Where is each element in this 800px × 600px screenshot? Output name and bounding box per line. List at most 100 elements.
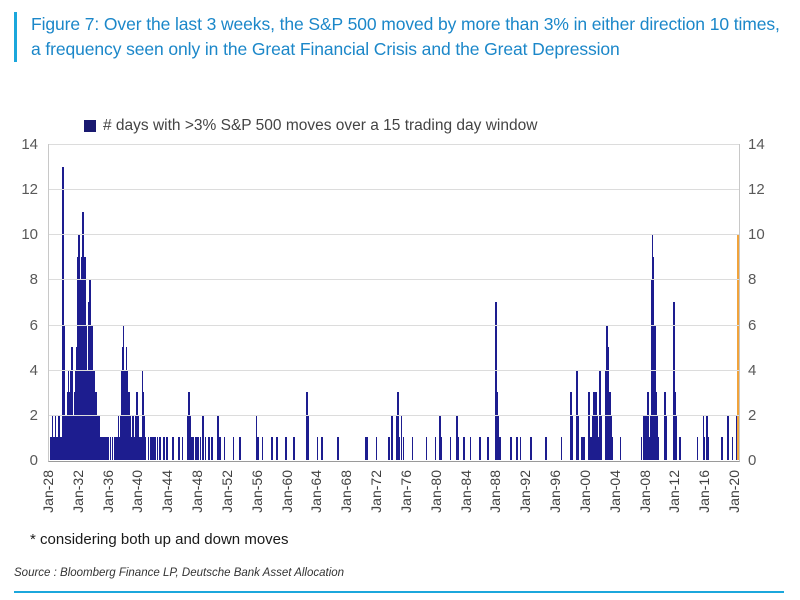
y-axis-tick-left: 10 (21, 226, 38, 244)
x-axis-tick: Jan-64 (308, 470, 325, 513)
chart-bar (149, 437, 152, 460)
chart-bar (479, 437, 482, 460)
y-axis-tick-right: 4 (748, 361, 757, 379)
x-axis-tick: Jan-20 (726, 470, 743, 513)
gridline (49, 324, 739, 326)
y-axis-tick-left: 12 (21, 181, 38, 199)
chart-bar (731, 437, 734, 460)
chart-bar (156, 437, 159, 460)
chart-bar (199, 437, 202, 460)
chart-bar (218, 437, 221, 460)
chart-source: Source : Bloomberg Finance LP, Deutsche … (14, 567, 345, 579)
chart-bar (726, 414, 729, 460)
x-axis-tick: Jan-44 (159, 470, 176, 513)
legend-label: # days with >3% S&P 500 moves over a 15 … (103, 117, 538, 134)
chart-bar (321, 437, 324, 460)
chart-bar (439, 437, 442, 460)
chart-bar (293, 437, 295, 460)
chart-bar (570, 414, 573, 460)
chart-bar (519, 437, 522, 460)
chart-bar (463, 437, 465, 460)
x-axis-tick: Jan-32 (69, 470, 86, 513)
chart-bar (696, 437, 699, 460)
chart-bar (316, 437, 319, 460)
y-axis-tick-right: 6 (748, 316, 757, 334)
chart-bar (159, 437, 161, 460)
chart-bar (210, 437, 213, 460)
chart-bar (178, 437, 180, 460)
chart-bar (679, 437, 682, 460)
x-axis-tick: Jan-48 (189, 470, 206, 513)
chart-bar (560, 437, 563, 460)
chart-bar (706, 437, 709, 460)
y-axis-tick-left: 8 (29, 271, 38, 289)
y-axis-tick-right: 12 (748, 181, 765, 199)
gridline (49, 414, 739, 416)
chart-bar (516, 437, 518, 460)
chart-bar (577, 414, 580, 460)
y-axis-tick-left: 0 (29, 452, 38, 469)
x-axis-tick: Jan-08 (636, 470, 653, 513)
chart-bar (674, 414, 677, 460)
chart-bar (434, 437, 437, 460)
gridline (49, 144, 739, 145)
chart-bar (144, 437, 147, 460)
chart-bar (391, 414, 393, 460)
chart-bar (271, 437, 273, 460)
chart-bar (181, 437, 184, 460)
x-axis-tick: Jan-28 (40, 470, 56, 513)
chart-bar (197, 437, 199, 460)
y-axis-tick-right: 8 (748, 271, 757, 289)
x-axis-tick: Jan-36 (99, 470, 116, 513)
chart-bar (172, 437, 174, 460)
y-axis-tick-right: 2 (748, 406, 757, 424)
y-axis-tick-left: 6 (29, 316, 38, 334)
chart-bar (239, 437, 242, 460)
x-axis-tick: Jan-68 (338, 470, 355, 513)
chart-bars-layer (49, 144, 739, 460)
chart-bar (611, 437, 614, 460)
x-axis-tick: Jan-76 (397, 470, 414, 513)
chart-bar (284, 437, 287, 460)
chart-bar (208, 437, 210, 460)
x-axis-tick: Jan-40 (129, 470, 146, 513)
x-axis-labels: Jan-28 Jan-32 Jan-36 Jan-40 Jan-44 Jan-48 Jan-… (40, 470, 743, 528)
x-axis-tick: Jan-60 (278, 470, 295, 513)
chart-bar (388, 437, 391, 460)
chart-bar (375, 437, 378, 460)
chart-bar (619, 437, 622, 460)
chart-plot-area (48, 144, 740, 462)
figure-title-block: Figure 7: Over the last 3 weeks, the S&P… (14, 12, 782, 62)
x-axis-tick: Jan-52 (218, 470, 235, 513)
y-axis-tick-left: 14 (21, 136, 38, 153)
y-axis-tick-right: 14 (748, 136, 765, 153)
chart-bar (411, 437, 414, 460)
x-axis-tick: Jan-80 (427, 470, 444, 513)
chart-bar (402, 437, 405, 460)
chart-bar (261, 437, 264, 460)
legend-swatch-icon (84, 119, 96, 132)
chart-bar (163, 437, 165, 460)
chart-footnote: * considering both up and down moves (30, 531, 289, 548)
chart-bar (449, 437, 452, 460)
chart-bar (703, 437, 706, 460)
chart-bar-current (736, 234, 739, 460)
x-axis-tick: Jan-00 (576, 470, 593, 513)
chart-bar (223, 437, 226, 460)
y-axis-tick-left: 2 (29, 406, 38, 424)
figure-container: Figure 7: Over the last 3 weeks, the S&P… (0, 0, 800, 600)
chart-bar (510, 437, 512, 460)
chart-bar (457, 437, 460, 460)
chart-bar (425, 437, 428, 460)
chart-bar (656, 437, 659, 460)
x-axis-tick: Jan-12 (666, 470, 683, 513)
chart-bar (498, 437, 501, 460)
x-axis-tick: Jan-84 (457, 470, 474, 513)
chart-bar (275, 437, 278, 460)
chart-bar (486, 437, 489, 460)
y-axis-tick-left: 4 (29, 361, 38, 379)
x-axis-tick: Jan-96 (547, 470, 564, 513)
gridline (49, 189, 739, 191)
chart-bar (366, 437, 369, 460)
x-axis-tick: Jan-72 (368, 470, 385, 513)
